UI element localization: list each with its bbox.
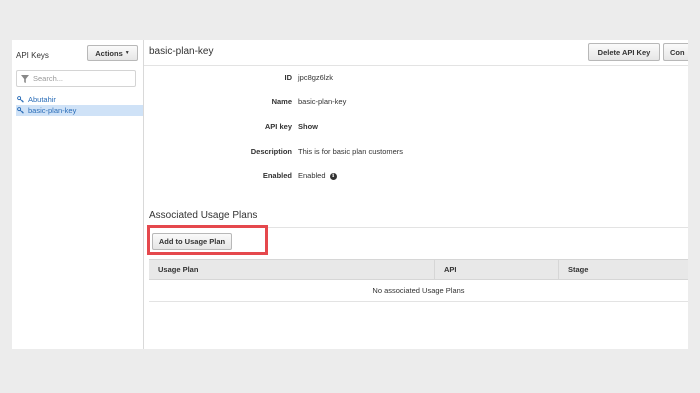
api-key-label: Abutahir [28,95,56,104]
add-to-usage-plan-button[interactable]: Add to Usage Plan [152,233,232,250]
page-title: basic-plan-key [149,46,214,57]
usage-plans-title: Associated Usage Plans [149,210,258,221]
empty-table-message: No associated Usage Plans [149,280,688,302]
delete-api-key-button[interactable]: Delete API Key [588,43,660,61]
detail-row-api-key: API key Show [144,122,544,132]
description-label: Description [250,147,292,156]
description-value: This is for basic plan customers [298,147,404,156]
name-label: Name [271,97,292,106]
name-value: basic-plan-key [298,97,347,106]
section-divider [149,227,688,228]
actions-button[interactable]: Actions ▼ [87,45,138,61]
id-label: ID [284,73,293,82]
usage-plans-table: Usage Plan API Stage No associated Usage… [149,259,688,302]
key-icon [17,107,24,114]
info-icon[interactable]: i [329,172,337,180]
caret-down-icon: ▼ [124,50,130,56]
configure-button[interactable]: Con [663,43,688,61]
column-header-stage[interactable]: Stage [559,260,688,279]
header-divider [144,65,688,66]
filter-icon [21,74,29,83]
detail-row-id: ID jpc8gz6lzk [144,73,544,83]
sidebar: API Keys Actions ▼ Abutahir [12,40,144,349]
api-key-label: basic-plan-key [28,106,77,115]
api-key-item-basic-plan-key[interactable]: basic-plan-key [16,105,143,116]
search-input[interactable] [33,74,128,83]
api-key-item-abutahir[interactable]: Abutahir [16,94,143,105]
search-box[interactable] [16,70,136,87]
enabled-value: Enabled [298,171,326,180]
detail-row-name: Name basic-plan-key [144,97,544,107]
api-key-label: API key [264,122,292,131]
detail-row-description: Description This is for basic plan custo… [144,147,544,157]
api-key-list: Abutahir basic-plan-key [16,94,143,116]
table-header: Usage Plan API Stage [149,259,688,280]
enabled-label: Enabled [262,171,292,180]
sidebar-title: API Keys [16,51,49,60]
detail-row-enabled: Enabled Enabled i [144,171,544,181]
column-header-api[interactable]: API [435,260,559,279]
id-value: jpc8gz6lzk [298,73,334,82]
app-frame: API Keys Actions ▼ Abutahir [12,40,688,349]
column-header-usage-plan[interactable]: Usage Plan [149,260,435,279]
main-panel: basic-plan-key Delete API Key Con ID jpc… [144,40,688,349]
actions-label: Actions [95,48,123,58]
enabled-value-wrap: Enabled i [298,171,337,180]
show-api-key-link[interactable]: Show [298,122,318,131]
key-icon [17,96,24,103]
